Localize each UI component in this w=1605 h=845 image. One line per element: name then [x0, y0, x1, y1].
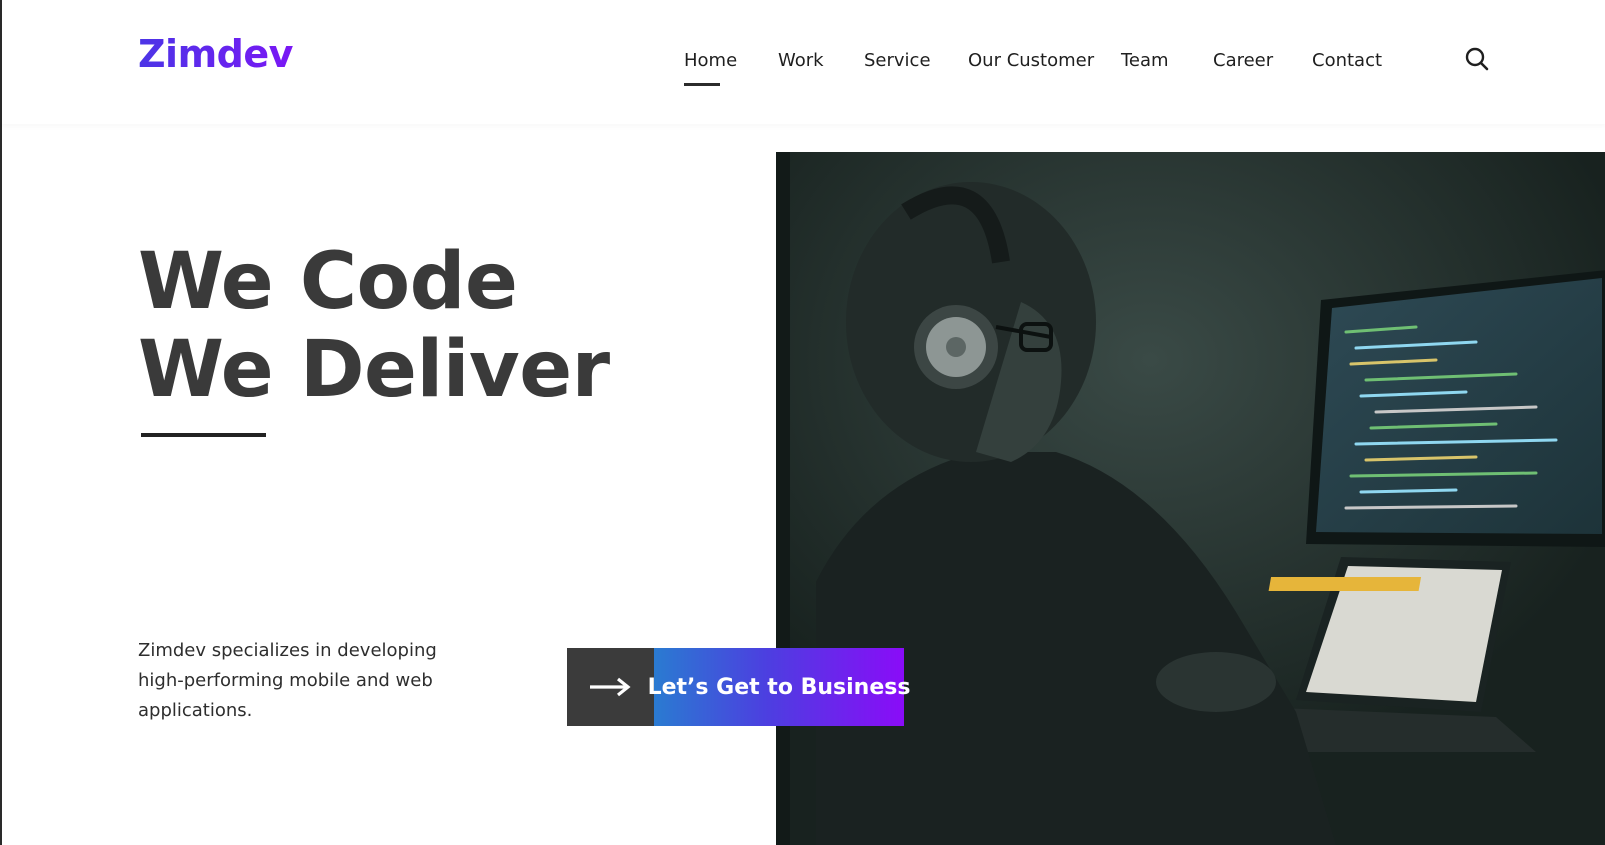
title-underline — [141, 433, 266, 437]
landing-page: Zimdev Home Work Service Our Customer Te… — [0, 0, 1605, 845]
nav-item-service[interactable]: Service — [864, 50, 931, 71]
nav-item-contact[interactable]: Contact — [1312, 50, 1382, 71]
cta-button[interactable]: Let’s Get to Business — [567, 648, 910, 726]
nav-item-our-customer[interactable]: Our Customer — [968, 50, 1094, 71]
nav-item-team[interactable]: Team — [1121, 50, 1169, 71]
hero-title: We Code We Deliver — [138, 238, 610, 414]
arrow-right-icon — [589, 677, 631, 697]
search-icon — [1465, 47, 1489, 71]
hero-image — [776, 152, 1605, 845]
hero-title-line-2: We Deliver — [138, 325, 610, 415]
site-header: Zimdev Home Work Service Our Customer Te… — [2, 0, 1605, 124]
developer-photo — [776, 152, 1605, 845]
nav-item-work[interactable]: Work — [778, 50, 824, 71]
hero-description: Zimdev specializes in developing high-pe… — [138, 640, 437, 721]
nav-item-career[interactable]: Career — [1213, 50, 1273, 71]
cta-arrow-box[interactable] — [567, 648, 654, 726]
hero-title-line-1: We Code — [138, 237, 518, 327]
cta-label[interactable]: Let’s Get to Business — [648, 648, 910, 726]
nav-item-home[interactable]: Home — [684, 50, 737, 86]
search-button[interactable] — [1464, 46, 1490, 72]
brand-logo[interactable]: Zimdev — [138, 32, 293, 76]
